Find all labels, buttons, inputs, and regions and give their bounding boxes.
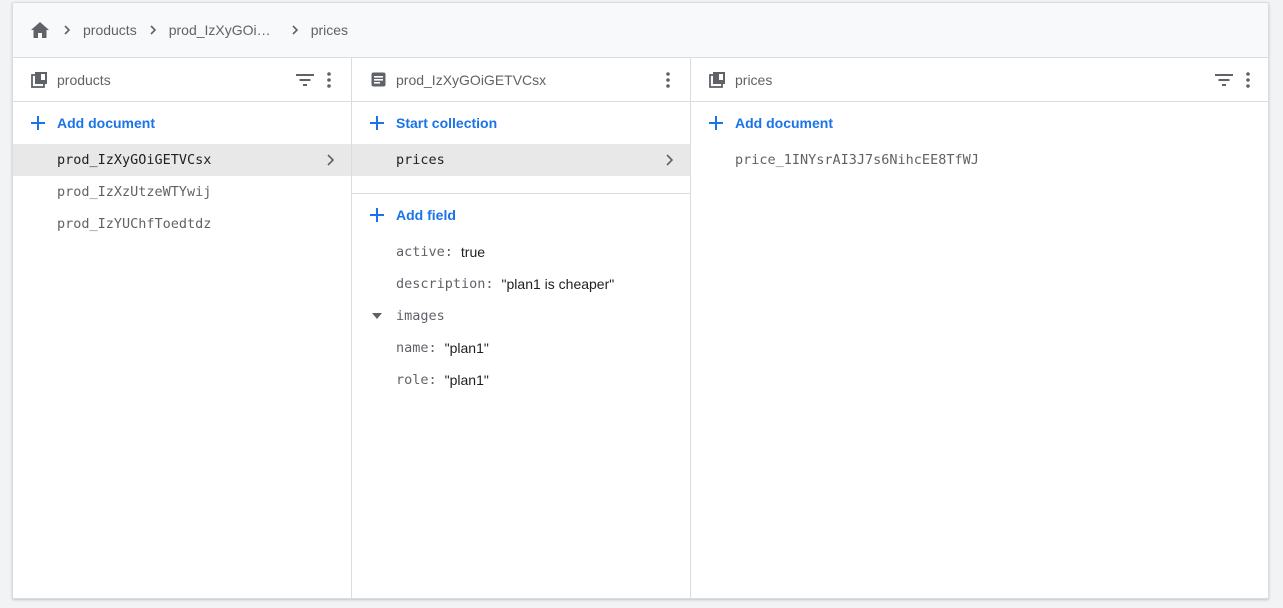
- filter-icon[interactable]: [293, 68, 317, 92]
- panel-title: products: [57, 71, 111, 88]
- subcollections-area: Start collection prices: [352, 102, 690, 193]
- plus-icon: [707, 114, 725, 132]
- start-collection-label: Start collection: [396, 115, 498, 131]
- document-list-item[interactable]: price_1INYsrAI3J7s6NihcEE8TfWJ: [691, 144, 1268, 176]
- start-collection-button[interactable]: Start collection: [352, 102, 690, 144]
- chevron-right-icon: [141, 18, 165, 42]
- home-icon[interactable]: [29, 19, 51, 41]
- firestore-viewer: products prod_IzXyGOiGETVCsx prices prod…: [12, 2, 1269, 599]
- breadcrumb: products prod_IzXyGOiGETVCsx prices: [13, 3, 1268, 58]
- more-vert-icon[interactable]: [656, 68, 680, 92]
- document-id: prod_IzXyGOiGETVCsx: [57, 152, 212, 168]
- more-vert-icon[interactable]: [1236, 68, 1260, 92]
- panel-header: products: [13, 58, 351, 102]
- field-value: "plan1": [444, 340, 489, 356]
- document-icon: [369, 71, 387, 89]
- document-list-item[interactable]: prod_IzXzUtzeWTYwij: [13, 176, 351, 208]
- plus-icon: [368, 114, 386, 132]
- field-row[interactable]: description: "plan1 is cheaper": [352, 268, 690, 300]
- field-key: name: [396, 340, 429, 356]
- document-list-item[interactable]: prod_IzXyGOiGETVCsx: [13, 144, 351, 176]
- chevron-right-icon: [283, 18, 307, 42]
- prices-collection-panel: prices Add document price_1INYsrAI3J7s6N…: [691, 58, 1268, 598]
- subcollection-list-item[interactable]: prices: [352, 144, 690, 176]
- subcollection-id: prices: [396, 152, 445, 168]
- add-document-button[interactable]: Add document: [691, 102, 1268, 144]
- fields-area: Add field active: true description: "pla…: [352, 193, 690, 396]
- chevron-right-icon: [660, 151, 678, 169]
- caret-down-icon[interactable]: [368, 307, 386, 325]
- field-key: role: [396, 372, 429, 388]
- field-value: true: [460, 244, 486, 260]
- document-list-item[interactable]: prod_IzYUChfToedtdz: [13, 208, 351, 240]
- plus-icon: [368, 206, 386, 224]
- field-key: active: [396, 244, 445, 260]
- field-row[interactable]: name: "plan1": [352, 332, 690, 364]
- add-document-label: Add document: [57, 115, 155, 131]
- field-value: "plan1 is cheaper": [501, 276, 615, 292]
- field-key: images: [396, 308, 445, 324]
- field-row[interactable]: active: true: [352, 236, 690, 268]
- field-value: "plan1": [444, 372, 489, 388]
- document-id: price_1INYsrAI3J7s6NihcEE8TfWJ: [735, 152, 979, 168]
- chevron-right-icon: [321, 151, 339, 169]
- panel-header: prices: [691, 58, 1268, 102]
- add-document-label: Add document: [735, 115, 833, 131]
- field-key: description: [396, 276, 486, 292]
- more-vert-icon[interactable]: [317, 68, 341, 92]
- add-field-button[interactable]: Add field: [352, 194, 690, 236]
- products-collection-panel: products Add document prod_IzXyGOiGETVCs…: [13, 58, 352, 598]
- breadcrumb-products[interactable]: products: [83, 22, 137, 38]
- breadcrumb-document[interactable]: prod_IzXyGOiGETVCsx: [169, 22, 279, 38]
- plus-icon: [29, 114, 47, 132]
- document-id: prod_IzYUChfToedtdz: [57, 216, 212, 232]
- filter-icon[interactable]: [1212, 68, 1236, 92]
- panel-header: prod_IzXyGOiGETVCsx: [352, 58, 690, 102]
- add-document-button[interactable]: Add document: [13, 102, 351, 144]
- document-id: prod_IzXzUtzeWTYwij: [57, 184, 212, 200]
- add-field-label: Add field: [396, 207, 456, 223]
- document-panel: prod_IzXyGOiGETVCsx Start collection pri…: [352, 58, 691, 598]
- field-row[interactable]: role: "plan1": [352, 364, 690, 396]
- panel-title: prod_IzXyGOiGETVCsx: [396, 71, 547, 88]
- collection-icon: [30, 71, 48, 89]
- breadcrumb-prices[interactable]: prices: [311, 22, 348, 38]
- collection-icon: [708, 71, 726, 89]
- map-field-images[interactable]: images: [352, 300, 690, 332]
- chevron-right-icon: [55, 18, 79, 42]
- panel-title: prices: [735, 71, 773, 88]
